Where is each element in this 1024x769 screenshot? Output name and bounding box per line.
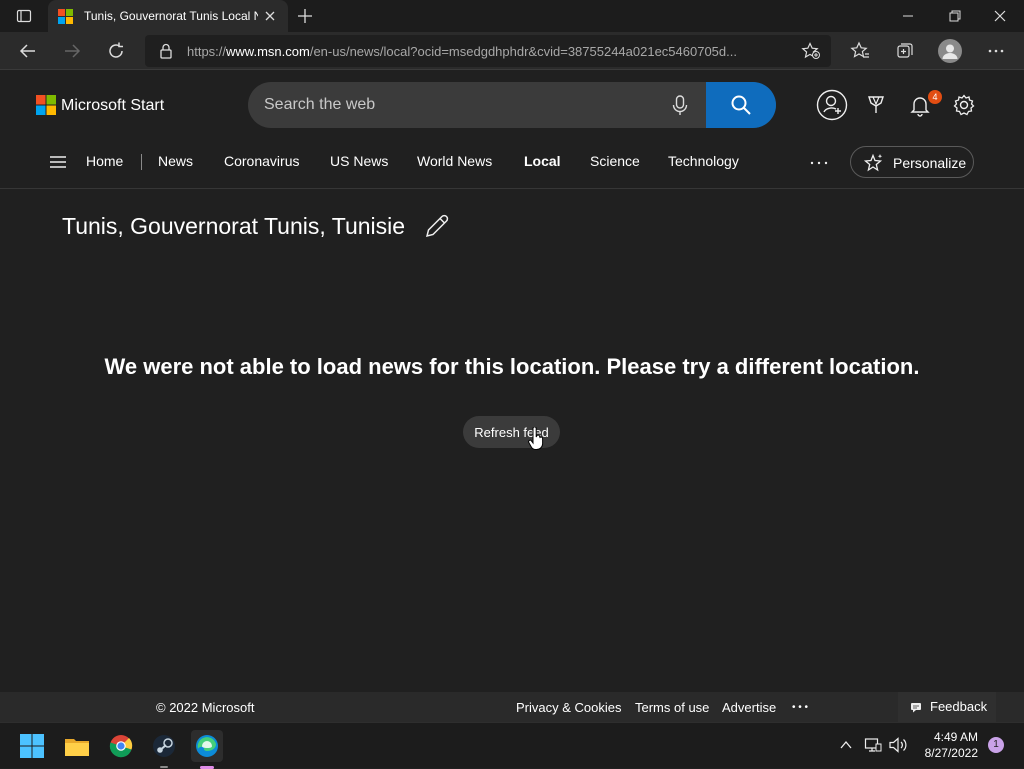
footer-link-advertise[interactable]: Advertise bbox=[722, 700, 776, 715]
url-text[interactable]: https://www.msn.com/en-us/news/local?oci… bbox=[187, 44, 787, 59]
address-bar[interactable]: https://www.msn.com/en-us/news/local?oci… bbox=[145, 35, 831, 67]
search-button[interactable] bbox=[706, 82, 776, 128]
active-tab[interactable]: Tunis, Gouvernorat Tunis Local News bbox=[48, 0, 288, 32]
feedback-icon bbox=[910, 701, 922, 713]
file-explorer-icon[interactable] bbox=[61, 730, 93, 762]
mouse-cursor-hand-icon bbox=[528, 427, 544, 451]
windows-taskbar: 4:49 AM 8/27/2022 1 bbox=[0, 722, 1024, 769]
taskbar-date[interactable]: 8/27/2022 bbox=[912, 746, 978, 760]
nav-divider bbox=[141, 154, 142, 170]
nav-item-news[interactable]: News bbox=[158, 153, 193, 169]
new-tab-icon[interactable] bbox=[296, 7, 314, 25]
sparkle-star-icon bbox=[864, 153, 884, 173]
nav-item-coronavirus[interactable]: Coronavirus bbox=[224, 153, 299, 169]
rewards-icon[interactable] bbox=[866, 95, 886, 115]
feedback-button[interactable]: Feedback bbox=[898, 692, 996, 722]
search-input[interactable] bbox=[264, 96, 644, 114]
restore-icon[interactable] bbox=[947, 8, 963, 24]
url-domain: www.msn.com bbox=[226, 44, 310, 59]
personalize-label: Personalize bbox=[893, 155, 967, 171]
notification-count-badge: 4 bbox=[928, 90, 942, 104]
steam-icon[interactable] bbox=[148, 730, 180, 768]
more-options-icon[interactable] bbox=[986, 41, 1006, 61]
search-box[interactable] bbox=[248, 82, 776, 128]
start-windows-icon[interactable] bbox=[16, 730, 48, 762]
forward-icon[interactable] bbox=[62, 41, 82, 61]
refresh-feed-button[interactable]: Refresh feed bbox=[463, 416, 560, 448]
nav-more-icon[interactable] bbox=[810, 161, 828, 165]
minimize-icon[interactable] bbox=[900, 8, 916, 24]
page-footer: © 2022 Microsoft Privacy & Cookies Terms… bbox=[0, 692, 1024, 722]
microphone-icon[interactable] bbox=[671, 95, 689, 117]
feedback-label: Feedback bbox=[930, 699, 988, 714]
footer-link-privacy[interactable]: Privacy & Cookies bbox=[516, 700, 621, 715]
copyright-text: © 2022 Microsoft bbox=[156, 700, 255, 715]
nav-item-world-news[interactable]: World News bbox=[417, 153, 492, 169]
account-icon[interactable] bbox=[816, 89, 848, 121]
msn-page: Microsoft Start 4 Home News Coronavirus … bbox=[0, 71, 1024, 692]
back-icon[interactable] bbox=[18, 41, 38, 61]
nav-item-technology[interactable]: Technology bbox=[668, 153, 739, 169]
footer-link-terms[interactable]: Terms of use bbox=[635, 700, 709, 715]
favorites-icon[interactable] bbox=[850, 41, 870, 61]
url-prefix: https:// bbox=[187, 44, 227, 59]
tab-actions-icon[interactable] bbox=[16, 8, 32, 24]
refresh-icon[interactable] bbox=[106, 41, 126, 61]
add-favorite-icon[interactable] bbox=[801, 42, 821, 60]
collections-icon[interactable] bbox=[895, 41, 915, 61]
edge-taskbar-icon[interactable] bbox=[191, 730, 223, 769]
volume-icon[interactable] bbox=[888, 736, 908, 754]
close-window-icon[interactable] bbox=[992, 8, 1008, 24]
notifications-icon[interactable] bbox=[910, 95, 930, 117]
profile-avatar[interactable] bbox=[938, 39, 962, 63]
hamburger-menu-icon[interactable] bbox=[49, 155, 67, 169]
nav-item-us-news[interactable]: US News bbox=[330, 153, 388, 169]
search-icon bbox=[730, 94, 752, 116]
tab-close-icon[interactable] bbox=[262, 8, 278, 24]
footer-more[interactable]: • • • bbox=[792, 702, 808, 713]
url-path: /en-us/news/local?ocid=msedgdhphdr&cvid=… bbox=[309, 44, 737, 59]
microsoft-logo-icon[interactable] bbox=[36, 95, 56, 115]
msn-favicon-icon bbox=[58, 9, 73, 24]
notification-center-badge[interactable]: 1 bbox=[988, 737, 1004, 753]
site-logo-text[interactable]: Microsoft Start bbox=[61, 97, 164, 115]
nav-item-science[interactable]: Science bbox=[590, 153, 640, 169]
nav-item-local[interactable]: Local bbox=[524, 153, 561, 169]
personalize-button[interactable]: Personalize bbox=[850, 146, 974, 178]
browser-title-bar: Tunis, Gouvernorat Tunis Local News bbox=[0, 0, 1024, 32]
lock-icon[interactable] bbox=[159, 43, 173, 59]
nav-item-home[interactable]: Home bbox=[86, 153, 123, 169]
edit-location-pencil-icon[interactable] bbox=[423, 212, 451, 240]
location-title: Tunis, Gouvernorat Tunis, Tunisie bbox=[62, 213, 406, 239]
chrome-icon[interactable] bbox=[105, 730, 137, 762]
show-hidden-icons-chevron-icon[interactable] bbox=[838, 737, 854, 753]
tab-title: Tunis, Gouvernorat Tunis Local News bbox=[84, 9, 258, 23]
settings-gear-icon[interactable] bbox=[953, 94, 975, 116]
browser-toolbar: https://www.msn.com/en-us/news/local?oci… bbox=[0, 32, 1024, 70]
error-message: We were not able to load news for this l… bbox=[104, 354, 920, 379]
taskbar-time[interactable]: 4:49 AM bbox=[920, 730, 978, 744]
network-icon[interactable] bbox=[864, 736, 882, 754]
